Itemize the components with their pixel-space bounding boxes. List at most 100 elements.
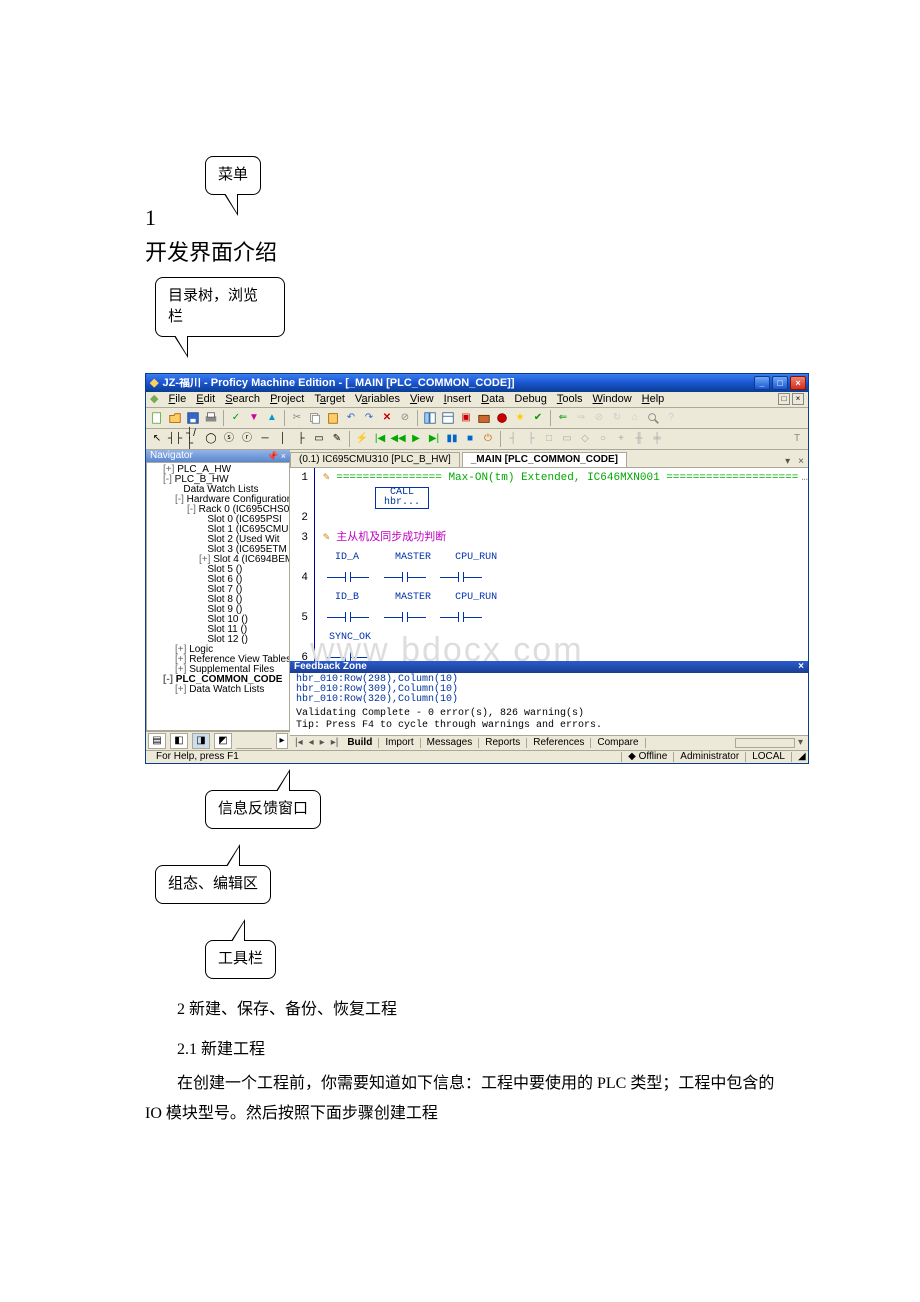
toggle8-icon[interactable]: ╫	[631, 431, 647, 447]
menu-variables[interactable]: Variables	[355, 394, 400, 405]
close-button[interactable]: ×	[790, 376, 806, 390]
pointer-icon[interactable]: ↖	[149, 431, 165, 447]
copy-icon[interactable]	[307, 410, 323, 426]
datawatch-icon[interactable]: ✔	[530, 410, 546, 426]
contact-cpurun-b[interactable]	[436, 612, 486, 624]
coil-r-icon[interactable]: ⓡ	[239, 431, 255, 447]
branch-icon[interactable]: ├	[293, 431, 309, 447]
toggle6-icon[interactable]: ○	[595, 431, 611, 447]
call-block[interactable]: CALL hbr...	[375, 487, 429, 509]
delete-icon[interactable]: ✕	[379, 410, 395, 426]
fb-tab-reports[interactable]: Reports	[479, 738, 527, 748]
mdi-close-button[interactable]: ×	[792, 393, 804, 405]
menu-help[interactable]: Help	[642, 394, 665, 405]
contact-idb[interactable]	[323, 612, 373, 624]
step-icon[interactable]: ▶|	[426, 431, 442, 447]
nav-tab-1[interactable]: ▤	[148, 733, 166, 749]
tab-main[interactable]: _MAIN [PLC_COMMON_CODE]	[462, 452, 627, 467]
fb-nav-last-icon[interactable]: ▸|	[328, 738, 342, 748]
nav-tab-3[interactable]: ◨	[192, 733, 210, 749]
tab-dropdown-icon[interactable]: ▾	[781, 457, 794, 467]
toggle7-icon[interactable]: +	[613, 431, 629, 447]
power-icon[interactable]: ⏻	[480, 431, 496, 447]
menu-tools[interactable]: Tools	[557, 394, 583, 405]
fb-hscroll[interactable]	[735, 738, 795, 748]
infoviewer-icon[interactable]: ★	[512, 410, 528, 426]
inspector-icon[interactable]	[440, 410, 456, 426]
coil-s-icon[interactable]: ⓢ	[221, 431, 237, 447]
fb-nav-first-icon[interactable]: |◂	[292, 738, 306, 748]
menu-project[interactable]: Project	[270, 394, 304, 405]
nav-tab-4[interactable]: ◩	[214, 733, 232, 749]
stop-nav-icon[interactable]: ⊘	[591, 410, 607, 426]
menu-window[interactable]: Window	[593, 394, 632, 405]
nav-fwd-icon[interactable]: ⇒	[573, 410, 589, 426]
contact-no-icon[interactable]: ┤├	[167, 431, 183, 447]
menu-search[interactable]: Search	[225, 394, 260, 405]
toggle1-icon[interactable]: ┤	[505, 431, 521, 447]
go-start-icon[interactable]: |◀	[372, 431, 388, 447]
open-icon[interactable]	[167, 410, 183, 426]
toggle2-icon[interactable]: ├	[523, 431, 539, 447]
feedback-close-icon[interactable]: ×	[798, 662, 804, 672]
download-icon[interactable]: ▼	[246, 410, 262, 426]
stop-icon[interactable]: ■	[462, 431, 478, 447]
pause-icon[interactable]: ▮▮	[444, 431, 460, 447]
nav-tab-2[interactable]: ◧	[170, 733, 188, 749]
fb-tab-import[interactable]: Import	[379, 738, 420, 748]
status-resize-icon[interactable]: ◢	[791, 752, 804, 762]
cut-icon[interactable]: ✂	[289, 410, 305, 426]
fb-tab-references[interactable]: References	[527, 738, 591, 748]
refresh-icon[interactable]: ↻	[609, 410, 625, 426]
menu-file[interactable]: File	[168, 394, 186, 405]
mdi-restore-button[interactable]: □	[778, 393, 790, 405]
tree-node[interactable]: Slot 12 ()	[149, 635, 287, 645]
companion-icon[interactable]	[494, 410, 510, 426]
contact-sync[interactable]	[323, 652, 373, 661]
contact-master-a[interactable]	[380, 572, 430, 584]
toggle4-icon[interactable]: ▭	[559, 431, 575, 447]
toggle9-icon[interactable]: ╪	[649, 431, 665, 447]
new-icon[interactable]	[149, 410, 165, 426]
menu-edit[interactable]: Edit	[196, 394, 215, 405]
play-icon[interactable]: ▶	[408, 431, 424, 447]
navigator-pin-icon[interactable]: 📌 ×	[267, 452, 286, 461]
nav-back-icon[interactable]: ⇐	[555, 410, 571, 426]
fb-tab-compare[interactable]: Compare	[591, 738, 645, 748]
navigator-icon[interactable]	[422, 410, 438, 426]
validate-icon[interactable]: ✓	[228, 410, 244, 426]
coil-icon[interactable]: ◯	[203, 431, 219, 447]
print-icon[interactable]	[203, 410, 219, 426]
toggle3-icon[interactable]: □	[541, 431, 557, 447]
contact-nc-icon[interactable]: ┤/├	[185, 431, 201, 447]
hwire-icon[interactable]: ─	[257, 431, 273, 447]
fb-tab-messages[interactable]: Messages	[421, 738, 480, 748]
redo-icon[interactable]: ↷	[361, 410, 377, 426]
fb-nav-next-icon[interactable]: ▸	[317, 738, 328, 748]
fb-tab-build[interactable]: Build	[341, 738, 379, 748]
home-icon[interactable]: ⌂	[627, 410, 643, 426]
nav-tab-scroll[interactable]: ▸	[276, 733, 288, 749]
menu-data[interactable]: Data	[481, 394, 504, 405]
contact-cpurun-a[interactable]	[436, 572, 486, 584]
run-icon[interactable]: ⚡	[354, 431, 370, 447]
block-icon[interactable]: ▭	[311, 431, 327, 447]
vwire-icon[interactable]: │	[275, 431, 291, 447]
navigator-tree[interactable]: [+] PLC_A_HW[-] PLC_B_HW Data Watch List…	[146, 462, 290, 731]
fb-nav-prev-icon[interactable]: ◂	[306, 738, 317, 748]
find-icon[interactable]	[645, 410, 661, 426]
undo-icon[interactable]: ↶	[343, 410, 359, 426]
comment-icon[interactable]: ✎	[329, 431, 345, 447]
feedback-icon[interactable]: ▣	[458, 410, 474, 426]
menu-insert[interactable]: Insert	[444, 394, 472, 405]
maximize-button[interactable]: □	[772, 376, 788, 390]
save-icon[interactable]	[185, 410, 201, 426]
menu-target[interactable]: Target	[314, 394, 345, 405]
step-back-icon[interactable]: ◀◀	[390, 431, 406, 447]
ladder-canvas[interactable]: 1 ✎ ================ Max-ON(tm) Extended…	[290, 468, 808, 661]
tab-close-icon[interactable]: ×	[794, 457, 808, 467]
toggle5-icon[interactable]: ◇	[577, 431, 593, 447]
contact-master-b[interactable]	[380, 612, 430, 624]
tab-hardware[interactable]: (0.1) IC695CMU310 [PLC_B_HW]	[290, 452, 460, 467]
minimize-button[interactable]: _	[754, 376, 770, 390]
